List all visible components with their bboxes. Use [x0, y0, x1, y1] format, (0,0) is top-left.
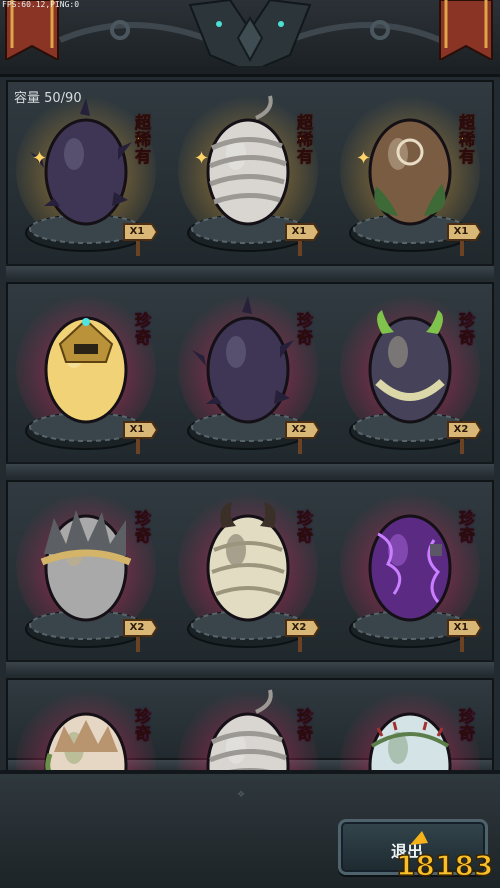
rarity-tag: 珍奇	[132, 708, 152, 743]
rarity-tag: 超稀有	[132, 114, 152, 166]
fps-readout: FPS:60.12,PING:0	[2, 0, 80, 9]
watermark-logo-icon: 18183	[395, 831, 494, 883]
rarity-tag: 超稀有	[294, 114, 314, 166]
rarity-tag: 珍奇	[294, 312, 314, 347]
egg-slot[interactable]: 珍奇	[14, 682, 164, 770]
rarity-tag: 超稀有	[456, 114, 476, 166]
egg-slot[interactable]: 超稀有 X1 ✦	[176, 88, 326, 278]
egg-count-label: X2	[291, 622, 307, 633]
egg-slot[interactable]: 珍奇 X2	[176, 286, 326, 476]
rarity-tag: 珍奇	[456, 510, 476, 545]
footer-divider-ornament: ❖	[237, 790, 246, 800]
rarity-tag: 珍奇	[456, 312, 476, 347]
egg-slot[interactable]: 珍奇 X1	[338, 484, 488, 674]
rarity-tag: 珍奇	[294, 510, 314, 545]
header-chain-ornament	[0, 0, 500, 78]
sparkle-star-icon: ✦	[32, 148, 48, 169]
egg-count-label: X1	[129, 226, 145, 237]
rarity-tag: 珍奇	[132, 312, 152, 347]
egg-slot[interactable]: 珍奇 X2	[176, 484, 326, 674]
capacity-label: 容量 50/90	[14, 91, 82, 106]
svg-text:18183: 18183	[396, 849, 493, 882]
sparkle-star-icon: ✦	[194, 148, 210, 169]
right-banner-icon	[439, 0, 493, 60]
sparkle-star-icon: ✦	[356, 148, 372, 169]
egg-slot[interactable]: 珍奇 X1	[14, 286, 164, 476]
egg-count-label: X1	[129, 424, 145, 435]
egg-slot[interactable]: 珍奇	[338, 682, 488, 770]
egg-count-label: X2	[291, 424, 307, 435]
egg-count-label: X2	[453, 424, 469, 435]
rarity-tag: 珍奇	[294, 708, 314, 743]
egg-count-label: X1	[453, 226, 469, 237]
egg-count-label: X1	[453, 622, 469, 633]
top-header: FPS:60.12,PING:0	[0, 0, 500, 78]
egg-count-label: X1	[291, 226, 307, 237]
egg-slot[interactable]: 珍奇	[176, 682, 326, 770]
egg-slot[interactable]: 珍奇 X2	[338, 286, 488, 476]
egg-slot[interactable]: 超稀有 X1 ✦	[338, 88, 488, 278]
egg-slot[interactable]: 珍奇 X2	[14, 484, 164, 674]
rarity-tag: 珍奇	[132, 510, 152, 545]
left-banner-icon	[5, 0, 59, 60]
egg-slot[interactable]: 超稀有 X1 ✦	[14, 88, 164, 278]
rarity-tag: 珍奇	[456, 708, 476, 743]
egg-count-label: X2	[129, 622, 145, 633]
